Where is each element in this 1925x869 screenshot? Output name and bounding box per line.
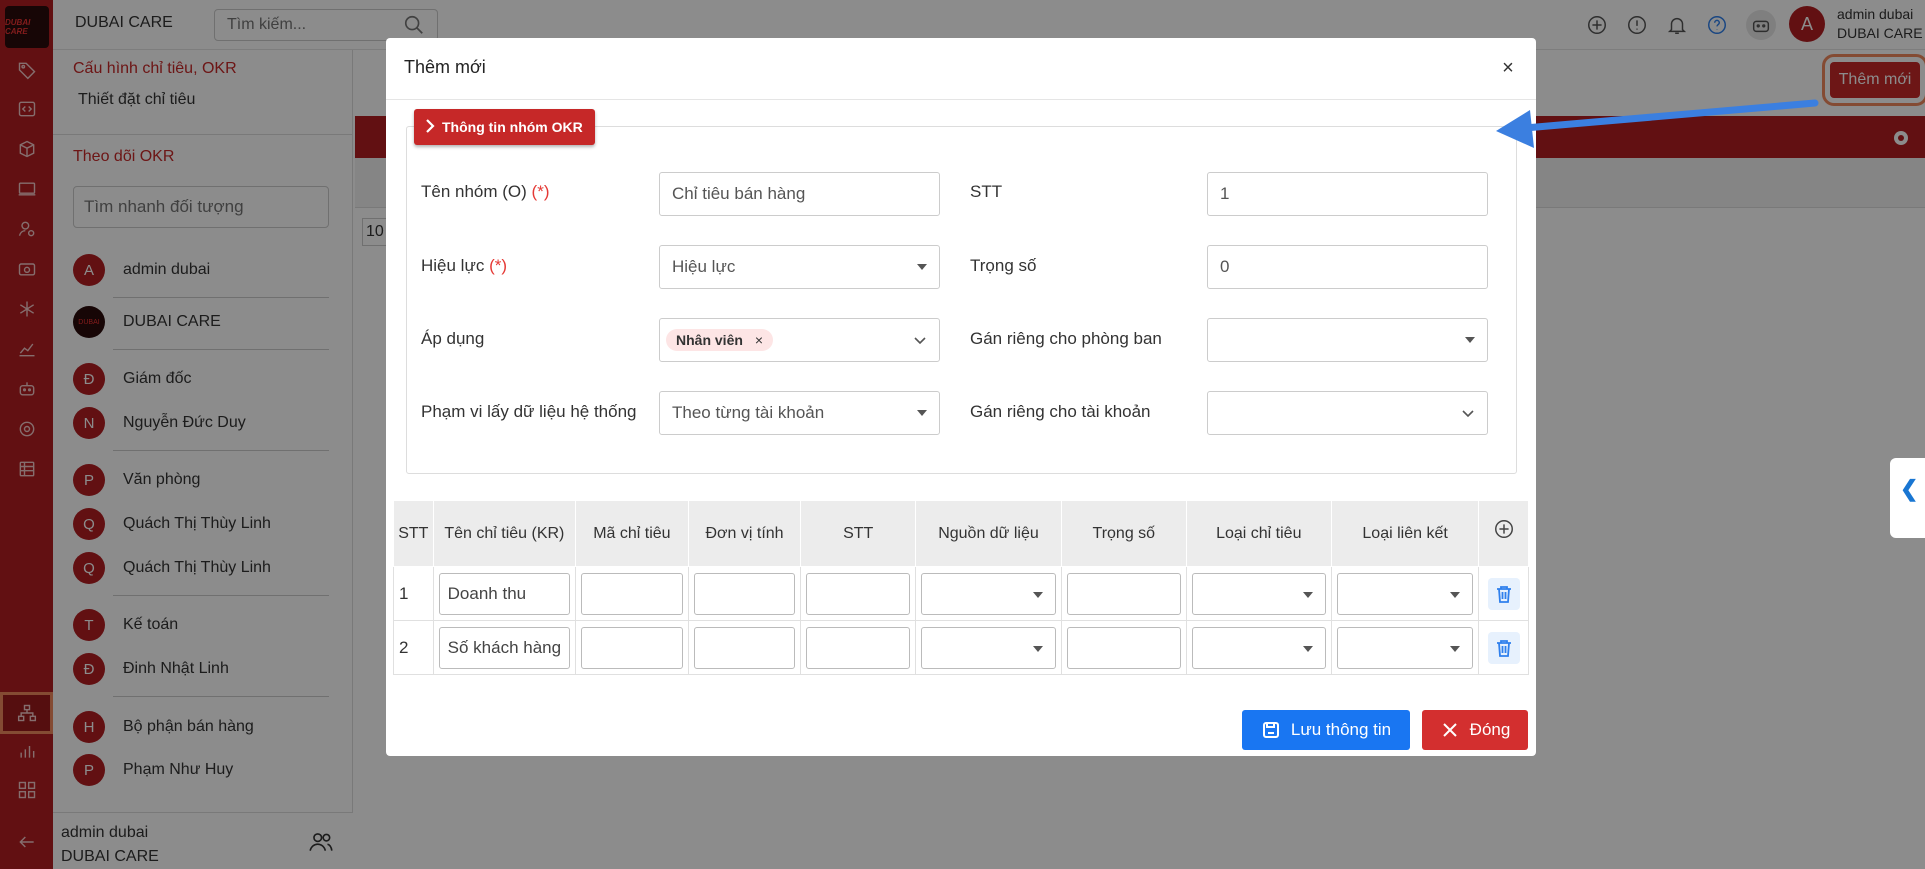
dept-select[interactable] — [1207, 318, 1488, 362]
row-stt: 1 — [393, 566, 434, 621]
caret-down-icon — [1450, 645, 1461, 652]
dialog-divider — [386, 99, 1536, 100]
caret-down-icon — [1302, 645, 1313, 652]
col-kr-type: Loại chỉ tiêu — [1185, 500, 1332, 567]
link-type-select[interactable] — [1336, 626, 1474, 669]
stt-label: STT — [970, 182, 1003, 201]
source-select[interactable] — [920, 626, 1056, 669]
side-panel-toggle[interactable]: ❮ — [1890, 458, 1925, 538]
caret-down-icon — [1465, 337, 1475, 343]
kr-type-select[interactable] — [1191, 572, 1326, 615]
app-root: DUBAI CARE DUBAI CARE A admin dubai DUBA… — [0, 0, 1925, 869]
section-title: Thông tin nhóm OKR — [442, 119, 583, 135]
caret-down-icon — [917, 264, 927, 270]
validity-select[interactable]: Hiệu lực — [659, 245, 940, 289]
kr-type-select[interactable] — [1191, 626, 1326, 669]
code-input[interactable] — [581, 626, 683, 669]
caret-down-icon — [1032, 591, 1043, 598]
col-order: STT — [800, 500, 916, 567]
close-icon[interactable]: × — [1498, 58, 1518, 78]
add-circle-icon[interactable] — [1493, 518, 1515, 540]
col-stt: STT — [393, 500, 434, 567]
order-input[interactable] — [806, 572, 910, 615]
caret-down-icon — [1032, 645, 1043, 652]
account-label: Gán riêng cho tài khoản — [970, 402, 1151, 421]
chevron-left-icon: ❮ — [1900, 476, 1919, 501]
stt-input[interactable]: 1 — [1207, 172, 1488, 216]
save-icon — [1262, 722, 1279, 738]
chevron-down-icon — [1462, 410, 1474, 418]
trash-icon — [1496, 639, 1511, 657]
kr-name-input[interactable]: Doanh thu — [438, 572, 571, 615]
apply-multiselect[interactable]: Nhân viên × — [659, 318, 940, 362]
delete-row-button[interactable] — [1487, 631, 1520, 664]
weight-label: Trọng số — [970, 256, 1037, 275]
order-input[interactable] — [806, 626, 910, 669]
scope-value: Theo từng tài khoản — [672, 403, 825, 422]
col-source: Nguồn dữ liệu — [914, 500, 1062, 567]
table-row: 1 Doanh thu — [393, 566, 1529, 621]
add-row-button[interactable] — [1478, 500, 1529, 567]
apply-tag: Nhân viên × — [666, 329, 774, 351]
section-header[interactable]: Thông tin nhóm OKR — [414, 109, 595, 145]
x-icon — [1442, 723, 1457, 737]
save-button[interactable]: Lưu thông tin — [1242, 710, 1410, 750]
validity-value: Hiệu lực — [672, 257, 736, 276]
link-type-select[interactable] — [1336, 572, 1474, 615]
col-kr-name: Tên chỉ tiêu (KR) — [432, 500, 577, 567]
apply-label: Áp dụng — [421, 329, 485, 348]
group-name-input[interactable]: Chỉ tiêu bán hàng — [659, 172, 940, 216]
weight-cell-input[interactable] — [1066, 572, 1181, 615]
dialog-title: Thêm mới — [404, 57, 486, 77]
validity-label: Hiệu lực (*) — [421, 256, 508, 275]
caret-down-icon — [1450, 591, 1461, 598]
group-name-label: Tên nhóm (O) (*) — [421, 182, 550, 201]
kr-name-input[interactable]: Số khách hàng — [438, 626, 571, 669]
delete-row-button[interactable] — [1487, 577, 1520, 610]
add-okr-dialog: Thêm mới × Thông tin nhóm OKR Tên nhóm (… — [386, 38, 1536, 756]
caret-down-icon — [917, 410, 927, 416]
caret-down-icon — [1302, 591, 1313, 598]
weight-cell-input[interactable] — [1066, 626, 1181, 669]
table-header-row: STT Tên chỉ tiêu (KR) Mã chỉ tiêu Đơn vị… — [393, 500, 1529, 567]
col-code: Mã chỉ tiêu — [575, 500, 689, 567]
col-weight: Trọng số — [1060, 500, 1187, 567]
source-select[interactable] — [920, 572, 1056, 615]
close-label: Đóng — [1469, 720, 1511, 739]
table-row: 2 Số khách hàng — [393, 620, 1529, 675]
col-link-type: Loại liên kết — [1330, 500, 1480, 567]
col-unit: Đơn vị tính — [687, 500, 802, 567]
code-input[interactable] — [581, 572, 683, 615]
remove-tag-icon[interactable]: × — [755, 332, 763, 348]
dept-label: Gán riêng cho phòng ban — [970, 329, 1162, 348]
row-stt: 2 — [393, 620, 434, 675]
kr-table: STT Tên chỉ tiêu (KR) Mã chỉ tiêu Đơn vị… — [393, 500, 1529, 675]
scope-select[interactable]: Theo từng tài khoản — [659, 391, 940, 435]
unit-input[interactable] — [693, 626, 796, 669]
scope-label: Phạm vi lấy dữ liệu hệ thống — [421, 402, 637, 421]
account-select[interactable] — [1207, 391, 1488, 435]
unit-input[interactable] — [693, 572, 796, 615]
close-button[interactable]: Đóng — [1422, 710, 1528, 750]
tag-label: Nhân viên — [676, 332, 743, 348]
chevron-down-icon — [914, 337, 926, 345]
weight-input[interactable]: 0 — [1207, 245, 1488, 289]
save-label: Lưu thông tin — [1290, 720, 1392, 739]
trash-icon — [1496, 585, 1511, 603]
chevron-right-icon — [426, 119, 435, 133]
